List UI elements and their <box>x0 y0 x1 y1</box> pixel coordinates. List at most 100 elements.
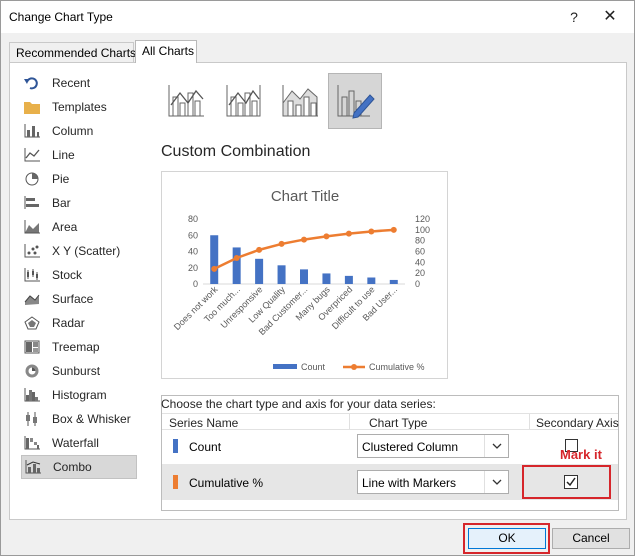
combo-chart-svg: Chart Title020406080020406080100120Does … <box>172 188 430 372</box>
close-button[interactable]: ✕ <box>596 5 624 29</box>
primary-y-tick-label: 20 <box>188 263 198 273</box>
section-title: Custom Combination <box>161 143 311 160</box>
divider <box>162 413 618 414</box>
series-name-cumulative: Cumulative % <box>189 476 264 490</box>
bar-count <box>344 275 353 284</box>
sidebar-item-bar[interactable]: Bar <box>13 191 139 215</box>
ok-button[interactable]: OK <box>468 528 546 549</box>
secondary-y-tick-label: 80 <box>415 236 425 246</box>
sidebar-item-pie[interactable]: Pie <box>13 167 139 191</box>
primary-y-tick-label: 40 <box>188 247 198 257</box>
subtype-clustered-column-line[interactable] <box>159 73 213 129</box>
undo-arrow-icon <box>23 75 41 91</box>
help-button[interactable]: ? <box>560 5 588 29</box>
legend-label-count: Count <box>301 362 326 372</box>
line-marker <box>323 233 330 240</box>
sidebar-item-box-whisker[interactable]: Box & Whisker <box>13 407 139 431</box>
sidebar-item-column[interactable]: Column <box>13 119 139 143</box>
sidebar-item-treemap[interactable]: Treemap <box>13 335 139 359</box>
line-marker <box>345 230 352 237</box>
change-chart-type-dialog: Change Chart Type ? ✕ Recommended Charts… <box>0 0 635 556</box>
radar-chart-icon <box>23 315 41 331</box>
chart-type-dropdown-cumulative[interactable]: Line with Markers <box>357 470 509 494</box>
sidebar-item-recent[interactable]: Recent <box>13 71 139 95</box>
cancel-button[interactable]: Cancel <box>552 528 630 549</box>
tab-recommended-charts[interactable]: Recommended Charts <box>9 42 136 62</box>
sidebar-item-label: X Y (Scatter) <box>52 244 121 258</box>
sidebar-item-label: Area <box>52 220 78 234</box>
bar-chart-icon <box>23 195 41 211</box>
line-marker <box>278 240 285 247</box>
dropdown-value: Line with Markers <box>362 476 457 490</box>
subtype-custom-combination[interactable] <box>328 73 382 129</box>
chart-title: Chart Title <box>271 188 339 205</box>
custom-combination-icon <box>337 85 375 119</box>
sidebar-item-label: Treemap <box>52 340 100 354</box>
header-secondary-axis: Secondary Axis <box>536 416 619 430</box>
bar-count <box>232 247 241 284</box>
sunburst-chart-icon <box>23 363 41 379</box>
chart-type-dropdown-count[interactable]: Clustered Column <box>357 434 509 458</box>
series-color-swatch <box>173 439 178 453</box>
line-marker <box>256 246 263 253</box>
clustered-column-line-icon <box>168 85 204 117</box>
sidebar-item-label: Histogram <box>52 388 107 402</box>
annotation-highlight-checkbox <box>522 465 611 499</box>
sidebar-item-label: Sunburst <box>52 364 101 378</box>
sidebar-item-surface[interactable]: Surface <box>13 287 139 311</box>
sidebar-item-xy-scatter[interactable]: X Y (Scatter) <box>13 239 139 263</box>
stock-chart-icon <box>23 267 41 283</box>
bar-count <box>277 265 286 284</box>
sidebar-item-area[interactable]: Area <box>13 215 139 239</box>
bar-count <box>322 273 331 284</box>
chart-type-sidebar: Recent Templates Column Line Pie Bar Are… <box>13 71 139 479</box>
sidebar-item-label: Templates <box>52 100 107 114</box>
legend-label-cumulative: Cumulative % <box>369 362 425 372</box>
series-color-swatch <box>173 475 178 489</box>
bar-count <box>367 277 376 284</box>
pie-chart-icon <box>23 171 41 187</box>
secondary-y-tick-label: 60 <box>415 247 425 257</box>
primary-y-tick-label: 0 <box>193 279 198 289</box>
sidebar-item-histogram[interactable]: Histogram <box>13 383 139 407</box>
column-chart-icon <box>23 123 41 139</box>
sidebar-item-stock[interactable]: Stock <box>13 263 139 287</box>
folder-icon <box>23 99 41 115</box>
histogram-chart-icon <box>23 387 41 403</box>
sidebar-item-radar[interactable]: Radar <box>13 311 139 335</box>
sidebar-item-line[interactable]: Line <box>13 143 139 167</box>
area-chart-icon <box>23 219 41 235</box>
legend-marker-cumulative <box>351 364 357 370</box>
line-marker <box>233 255 240 261</box>
subtype-clustered-column-line-secondary-axis[interactable] <box>217 73 271 129</box>
sidebar-item-waterfall[interactable]: Waterfall <box>13 431 139 455</box>
chevron-down-icon[interactable] <box>484 471 508 493</box>
subtype-stacked-area-clustered-column[interactable] <box>273 73 327 129</box>
waterfall-chart-icon <box>23 435 41 451</box>
column-divider <box>349 414 350 429</box>
header-chart-type: Chart Type <box>369 416 428 430</box>
sidebar-item-combo[interactable]: Combo <box>21 455 137 479</box>
chart-preview: Chart Title 0 20 40 60 80 0 20 40 60 80 100 120 Does … <box>161 171 448 379</box>
secondary-y-tick-label: 0 <box>415 279 420 289</box>
sidebar-item-templates[interactable]: Templates <box>13 95 139 119</box>
legend-swatch-count <box>273 364 297 369</box>
chevron-down-icon[interactable] <box>484 435 508 457</box>
secondary-y-tick-label: 40 <box>415 257 425 267</box>
sidebar-item-label: Stock <box>52 268 83 282</box>
primary-y-tick-label: 60 <box>188 230 198 240</box>
line-chart-icon <box>23 147 41 163</box>
tab-all-charts[interactable]: All Charts <box>135 40 197 63</box>
annotation-label: Mark it <box>560 447 602 462</box>
sidebar-item-label: Pie <box>52 172 70 186</box>
sidebar-item-sunburst[interactable]: Sunburst <box>13 359 139 383</box>
line-cumulative <box>213 228 394 270</box>
column-divider <box>529 414 530 429</box>
line-marker <box>301 236 307 243</box>
sidebar-item-label: Column <box>52 124 94 138</box>
box-whisker-chart-icon <box>23 411 41 427</box>
sidebar-item-label: Combo <box>53 460 92 474</box>
surface-chart-icon <box>23 291 41 307</box>
bar-count <box>210 235 219 284</box>
title-bar: Change Chart Type ? ✕ <box>1 1 634 33</box>
